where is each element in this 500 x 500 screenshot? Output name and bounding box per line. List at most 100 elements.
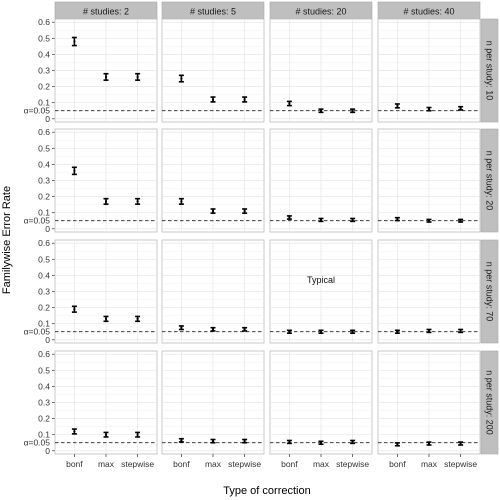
data-point: [243, 440, 246, 443]
data-point: [136, 317, 139, 320]
data-point: [288, 216, 291, 219]
data-point: [288, 102, 291, 105]
alpha-label: α=0.05: [24, 327, 51, 337]
annotation-typical: Typical: [307, 275, 335, 285]
x-axis-title: Type of correction: [223, 485, 310, 497]
facet-panel: [161, 128, 265, 233]
y-axis-title: Familywise Error Rate: [1, 186, 13, 294]
y-tick-label: 0.3: [38, 66, 50, 76]
y-tick-label: 0.2: [38, 192, 50, 202]
data-point: [136, 433, 139, 436]
data-point: [459, 219, 462, 222]
row-strip-label: n per study: 10: [485, 41, 495, 101]
data-point: [136, 200, 139, 203]
facet-panel: [161, 239, 265, 344]
facet-panel: [377, 18, 481, 123]
facet-panel: [54, 18, 158, 123]
x-tick-label: stepwise: [228, 459, 261, 469]
data-point: [459, 107, 462, 110]
alpha-label: α=0.05: [24, 106, 51, 116]
facet-panel: [161, 350, 265, 455]
y-tick-label: 0.3: [38, 287, 50, 297]
facet-panel: [377, 350, 481, 455]
facet-panel: Typical: [269, 239, 373, 344]
facet-panel: [54, 239, 158, 344]
x-tick-label: bonf: [281, 459, 298, 469]
data-point: [243, 209, 246, 213]
data-point: [104, 75, 108, 79]
facet-errorbar-chart: Familywise Error Rate Type of correction…: [1, 1, 499, 497]
data-point: [396, 330, 399, 333]
data-point: [104, 317, 108, 320]
data-point: [180, 200, 183, 203]
x-tick-label: bonf: [173, 459, 190, 469]
y-tick-label: 0.2: [38, 82, 50, 92]
facet-panel: [269, 18, 373, 123]
facet-panel: [269, 350, 373, 455]
x-tick-label: max: [313, 459, 330, 469]
facet-panel: [377, 239, 481, 344]
x-tick-label: stepwise: [121, 459, 154, 469]
column-strip-label: # studies: 2: [83, 7, 129, 17]
y-tick-label: 0.3: [38, 398, 50, 408]
data-point: [427, 108, 431, 111]
data-point: [104, 433, 108, 436]
data-point: [211, 440, 215, 443]
data-point: [73, 430, 76, 433]
data-point: [319, 330, 323, 333]
y-tick-label: 0.4: [38, 159, 50, 169]
facet-panel: [161, 18, 265, 123]
data-point: [427, 442, 431, 445]
data-point: [319, 109, 323, 112]
y-tick-label: 0.6: [38, 17, 50, 27]
row-strip-label: n per study: 70: [485, 262, 495, 322]
data-point: [243, 98, 246, 101]
data-point: [73, 169, 76, 172]
column-strip-label: # studies: 20: [295, 7, 346, 17]
data-point: [180, 326, 183, 329]
facet-panel: [269, 128, 373, 233]
x-tick-label: stepwise: [444, 459, 477, 469]
y-tick-label: 0.2: [38, 303, 50, 313]
alpha-label: α=0.05: [24, 438, 51, 448]
x-tick-label: max: [205, 459, 222, 469]
y-tick-label: 0.3: [38, 176, 50, 186]
data-point: [211, 328, 215, 331]
row-strip-label: n per study: 20: [485, 151, 495, 211]
y-tick-label: 0.5: [38, 143, 50, 153]
y-tick-label: 0.4: [38, 49, 50, 59]
data-point: [319, 441, 323, 444]
y-tick-label: 0.5: [38, 365, 50, 375]
y-tick-label: 0.5: [38, 33, 50, 43]
data-point: [288, 440, 291, 444]
facet-panel: [54, 350, 158, 455]
data-point: [459, 442, 462, 445]
data-point: [396, 104, 399, 108]
facet-panel: [377, 128, 481, 233]
data-point: [73, 308, 76, 311]
y-tick-label: 0.4: [38, 381, 50, 391]
y-tick-label: 0.6: [38, 349, 50, 359]
data-point: [396, 218, 399, 221]
data-point: [211, 209, 215, 213]
column-strip-label: # studies: 40: [403, 7, 454, 17]
y-tick-label: 0.5: [38, 254, 50, 264]
row-strip-label: n per study: 200: [485, 370, 495, 435]
data-point: [243, 328, 246, 331]
data-point: [459, 329, 462, 333]
data-point: [180, 439, 183, 442]
alpha-label: α=0.05: [24, 216, 51, 226]
x-tick-label: max: [98, 459, 115, 469]
data-point: [73, 40, 76, 43]
data-point: [136, 75, 139, 79]
data-point: [104, 200, 108, 203]
y-tick-label: 0.4: [38, 270, 50, 280]
facet-panel: [54, 128, 158, 233]
data-point: [351, 218, 354, 222]
data-point: [351, 109, 354, 112]
x-tick-label: bonf: [66, 459, 83, 469]
column-strip-label: # studies: 5: [190, 7, 236, 17]
data-point: [351, 330, 354, 333]
y-tick-label: 0.2: [38, 414, 50, 424]
data-point: [211, 98, 215, 101]
